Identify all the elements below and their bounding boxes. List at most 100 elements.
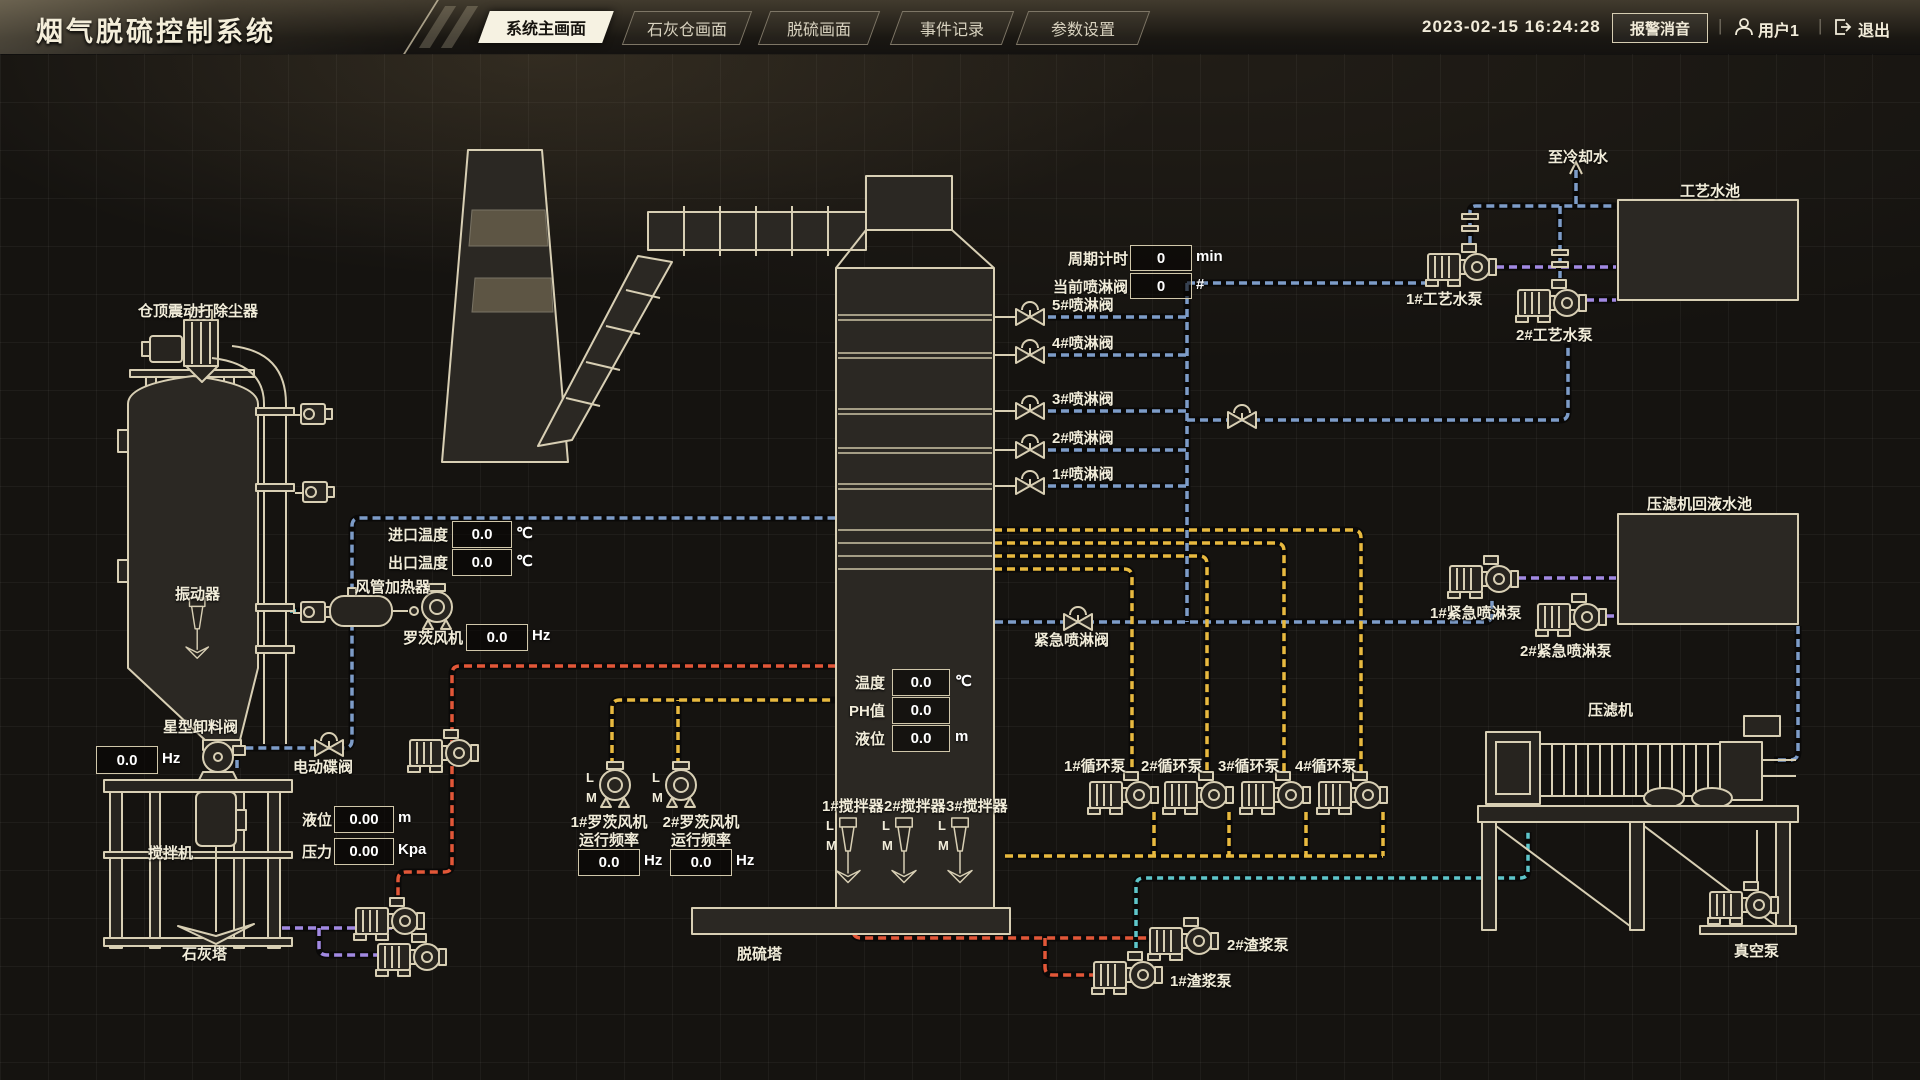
circulation-pump-4[interactable] bbox=[1317, 772, 1387, 814]
scada-main-screen: 烟气脱硫控制系统 系统主画面 石灰仓画面 脱硫画面 事件记录 参数设置 2023… bbox=[0, 0, 1920, 1080]
lime-slurry-pump-upper[interactable] bbox=[408, 730, 478, 772]
star-valve-label: 星型卸料阀 bbox=[163, 716, 238, 737]
heater-label: 风管加热器 bbox=[355, 576, 430, 597]
vibrator-label: 振动器 bbox=[175, 583, 220, 604]
lime-pressure-box: 0.00 bbox=[334, 838, 394, 865]
filter-press-label: 压滤机 bbox=[1588, 699, 1633, 720]
circ-pump-4-label: 4#循环泵 bbox=[1295, 755, 1357, 776]
blower1-freq-box: 0.0 bbox=[578, 849, 640, 876]
emergency-spray-pump-1[interactable] bbox=[1448, 556, 1518, 598]
tower-temp-unit: ℃ bbox=[955, 672, 972, 690]
to-cooling-label: 至冷却水 bbox=[1548, 146, 1608, 167]
lime-level-unit: m bbox=[398, 809, 411, 826]
circ-pump-1-label: 1#循环泵 bbox=[1064, 755, 1126, 776]
star-valve-freq-unit: Hz bbox=[162, 750, 180, 767]
spray-valve-1[interactable] bbox=[1016, 471, 1044, 494]
vacuum-pump-icon[interactable] bbox=[1708, 882, 1778, 924]
spray-valve-3[interactable] bbox=[1016, 396, 1044, 419]
slurry-pump-2-label: 2#渣浆泵 bbox=[1227, 934, 1289, 955]
lime-mixing-tank[interactable] bbox=[104, 780, 292, 948]
lime-tower-label: 石灰塔 bbox=[182, 943, 227, 964]
lime-level-label: 液位 bbox=[302, 809, 332, 830]
silo-level-sensor-1[interactable] bbox=[293, 404, 332, 424]
blower2-freq-box: 0.0 bbox=[670, 849, 732, 876]
emergency-pump-2-label: 2#紧急喷淋泵 bbox=[1520, 640, 1612, 661]
outlet-temp-box: 0.0 bbox=[452, 549, 512, 576]
process-pump-2-label: 2#工艺水泵 bbox=[1516, 324, 1593, 345]
lime-mixer-label: 搅拌机 bbox=[148, 842, 193, 863]
lime-pressure-label: 压力 bbox=[302, 841, 332, 862]
agitator-1-l: L bbox=[826, 818, 834, 833]
process-water-pump-2[interactable] bbox=[1516, 280, 1586, 322]
emergency-valve-label: 紧急喷淋阀 bbox=[1034, 629, 1109, 650]
spray-valve-3-label: 3#喷淋阀 bbox=[1052, 388, 1114, 409]
agitator-2-l: L bbox=[882, 818, 890, 833]
flue-duct bbox=[538, 206, 866, 446]
silo-level-sensor-2[interactable] bbox=[295, 482, 334, 502]
tower-temp-label: 温度 bbox=[855, 672, 885, 693]
spray-valve-2[interactable] bbox=[1016, 435, 1044, 458]
heater-inlet-sensor[interactable] bbox=[293, 602, 332, 622]
chimney bbox=[442, 150, 568, 462]
process-water-pool bbox=[1618, 200, 1798, 300]
emergency-pump-1-label: 1#紧急喷淋泵 bbox=[1430, 602, 1522, 623]
cycle-timer-unit: min bbox=[1196, 248, 1223, 265]
silo-dust-remover-label: 仓顶震动打除尘器 bbox=[138, 300, 258, 321]
agitator-3-m: M bbox=[938, 838, 949, 853]
roots-fan-unit: Hz bbox=[532, 627, 550, 644]
lime-silo[interactable] bbox=[118, 370, 258, 750]
emergency-spray-pump-2[interactable] bbox=[1536, 594, 1606, 636]
outlet-temp-unit: ℃ bbox=[516, 552, 533, 570]
tower-level-unit: m bbox=[955, 728, 968, 745]
tower-level-box: 0.0 bbox=[892, 725, 950, 752]
tower-level-label: 液位 bbox=[855, 728, 885, 749]
cycle-timer-label: 周期计时 bbox=[1068, 248, 1128, 269]
tower-temp-box: 0.0 bbox=[892, 669, 950, 696]
current-spray-unit: # bbox=[1196, 276, 1204, 293]
agitator-3-label: 3#搅拌器 bbox=[946, 795, 1008, 816]
current-spray-box: 0 bbox=[1130, 273, 1192, 299]
blower1-l: L bbox=[586, 770, 594, 785]
roots-fan-box: 0.0 bbox=[466, 624, 528, 651]
spray-valve-5[interactable] bbox=[1016, 302, 1044, 325]
lime-pressure-unit: Kpa bbox=[398, 841, 426, 858]
tower-ph-box: 0.0 bbox=[892, 697, 950, 724]
slurry-pump-1-label: 1#渣浆泵 bbox=[1170, 970, 1232, 991]
emergency-spray-valve[interactable] bbox=[1064, 607, 1092, 630]
blower2-l: L bbox=[652, 770, 660, 785]
roots-blower-1[interactable] bbox=[600, 762, 630, 807]
blower1-m: M bbox=[586, 790, 597, 805]
circulation-pump-1[interactable] bbox=[1088, 772, 1158, 814]
outlet-temp-label: 出口温度 bbox=[388, 552, 448, 573]
circulation-pump-2[interactable] bbox=[1163, 772, 1233, 814]
circulation-pump-3[interactable] bbox=[1240, 772, 1310, 814]
circ-pump-3-label: 3#循环泵 bbox=[1218, 755, 1280, 776]
butterfly-valve-label: 电动碟阀 bbox=[293, 756, 353, 777]
process-diagram bbox=[0, 0, 1920, 1080]
roots-fan-label: 罗茨风机 bbox=[403, 627, 463, 648]
lime-level-box: 0.00 bbox=[334, 806, 394, 833]
circ-pump-2-label: 2#循环泵 bbox=[1141, 755, 1203, 776]
spray-valve-2-label: 2#喷淋阀 bbox=[1052, 427, 1114, 448]
return-pool-label: 压滤机回液水池 bbox=[1647, 493, 1752, 514]
blower2-freq-unit: Hz bbox=[736, 852, 754, 869]
process-water-valve[interactable] bbox=[1228, 405, 1256, 428]
agitator-2-m: M bbox=[882, 838, 893, 853]
roots-blower-2[interactable] bbox=[666, 762, 696, 807]
inlet-temp-label: 进口温度 bbox=[388, 524, 448, 545]
process-pool-label: 工艺水池 bbox=[1680, 180, 1740, 201]
spray-valve-1-label: 1#喷淋阀 bbox=[1052, 463, 1114, 484]
process-pump-1-label: 1#工艺水泵 bbox=[1406, 288, 1483, 309]
star-valve-freq-box: 0.0 bbox=[96, 746, 158, 774]
cycle-timer-box: 0 bbox=[1130, 245, 1192, 271]
blower1-freq-unit: Hz bbox=[644, 852, 662, 869]
process-water-pump-1[interactable] bbox=[1426, 244, 1496, 286]
filter-return-pool bbox=[1618, 514, 1798, 624]
tower-ph-label: PH值 bbox=[849, 700, 885, 721]
spray-valve-4-label: 4#喷淋阀 bbox=[1052, 332, 1114, 353]
slurry-pump-2[interactable] bbox=[1148, 918, 1218, 960]
agitator-1-m: M bbox=[826, 838, 837, 853]
spray-valve-4[interactable] bbox=[1016, 340, 1044, 363]
electric-butterfly-valve[interactable] bbox=[315, 733, 343, 756]
tower-name-label: 脱硫塔 bbox=[737, 943, 782, 964]
